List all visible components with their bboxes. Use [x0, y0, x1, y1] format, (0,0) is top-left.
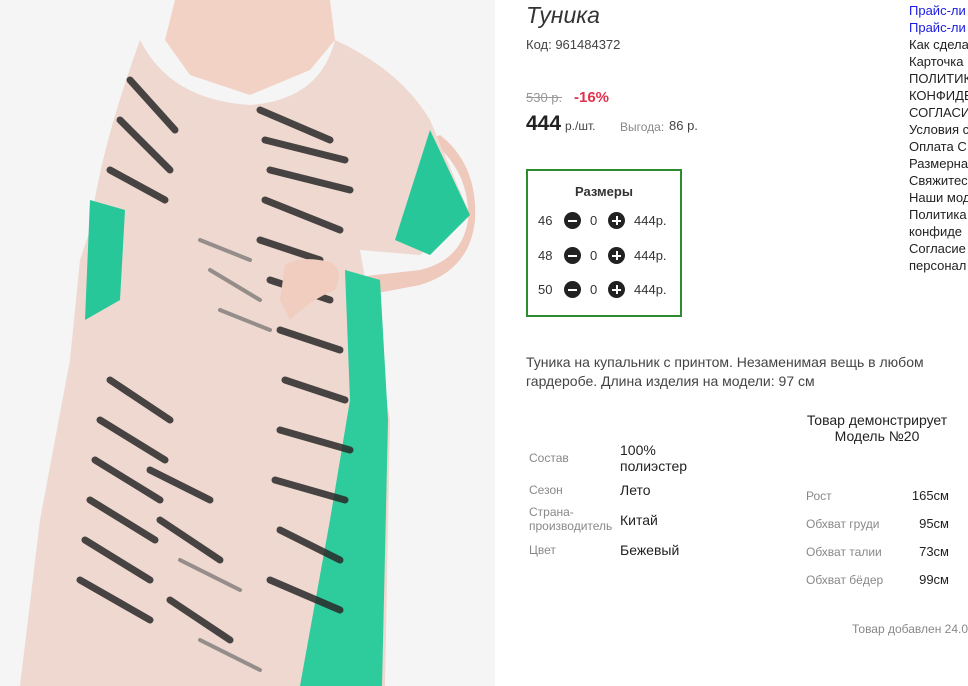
size-row: 50 0 444р.: [528, 280, 680, 300]
size-quantity: 0: [590, 248, 598, 263]
price-unit: р./шт.: [565, 119, 596, 133]
measurement-label-hips: Обхват бёдер: [806, 573, 884, 587]
size-number: 50: [538, 282, 553, 297]
product-title: Туника: [526, 2, 600, 28]
minus-circle-icon[interactable]: [564, 247, 581, 264]
plus-circle-icon[interactable]: [608, 212, 625, 229]
attr-value-season: Лето: [620, 482, 651, 498]
side-link-how-to-order[interactable]: Как сдела: [909, 36, 968, 53]
side-link-privacy[interactable]: Политика: [909, 206, 968, 223]
savings-value: 86 р.: [669, 118, 698, 133]
size-quantity: 0: [590, 282, 598, 297]
measurement-label-waist: Обхват талии: [806, 545, 882, 559]
product-code: Код: 961484372: [526, 37, 621, 52]
added-date: Товар добавлен 24.0: [852, 622, 968, 636]
product-photo[interactable]: [0, 0, 495, 686]
side-link-payment[interactable]: Оплата С: [909, 138, 968, 155]
side-link-policy-cont[interactable]: КОНФИДЕ: [909, 87, 968, 104]
old-price: 530 р.: [526, 90, 563, 105]
size-price: 444р.: [634, 282, 667, 297]
size-price: 444р.: [634, 248, 667, 263]
side-link-price-list[interactable]: Прайс-ли: [909, 2, 968, 19]
side-link-policy[interactable]: ПОЛИТИК: [909, 70, 968, 87]
side-link-consent-2[interactable]: Согласие: [909, 240, 968, 257]
side-link-size-chart[interactable]: Размерна: [909, 155, 968, 172]
measurement-label-height: Рост: [806, 489, 832, 503]
side-link-price-list-2[interactable]: Прайс-ли: [909, 19, 968, 36]
size-number: 48: [538, 248, 553, 263]
size-price: 444р.: [634, 213, 667, 228]
attr-label-color: Цвет: [529, 543, 556, 557]
side-link-contact[interactable]: Свяжитес: [909, 172, 968, 189]
measurement-value-waist: 73см: [919, 544, 949, 559]
size-number: 46: [538, 213, 553, 228]
side-link-models[interactable]: Наши мод: [909, 189, 968, 206]
discount-badge: -16%: [574, 89, 610, 106]
side-link-card[interactable]: Карточка: [909, 53, 968, 70]
attr-value-country: Китай: [620, 512, 658, 528]
attr-value-color: Бежевый: [620, 542, 680, 558]
product-description: Туника на купальник с принтом. Незаменим…: [526, 354, 924, 389]
size-row: 46 0 444р.: [528, 211, 680, 231]
plus-circle-icon[interactable]: [608, 247, 625, 264]
minus-circle-icon[interactable]: [564, 212, 581, 229]
measurement-value-hips: 99см: [919, 572, 949, 587]
attr-label-composition: Состав: [529, 451, 569, 465]
side-link-consent-2-cont[interactable]: персонал: [909, 257, 968, 274]
size-quantity: 0: [590, 213, 598, 228]
attr-label-country: Страна-производитель: [529, 505, 613, 533]
sizes-selector: Размеры 46 0 444р. 48 0 444р. 50 0 444р.: [526, 169, 682, 317]
measurement-value-height: 165см: [911, 488, 949, 503]
side-links-menu: Прайс-ли Прайс-ли Как сдела Карточка ПОЛ…: [909, 2, 968, 274]
measurement-label-chest: Обхват груди: [806, 517, 880, 531]
size-row: 48 0 444р.: [528, 246, 680, 266]
plus-circle-icon[interactable]: [608, 281, 625, 298]
attr-value-composition: 100% полиэстер: [620, 442, 688, 474]
savings-label: Выгода:: [620, 120, 665, 134]
side-link-terms[interactable]: Условия с: [909, 121, 968, 138]
model-title: Товар демонстрирует Модель №20: [806, 412, 948, 444]
measurement-value-chest: 95см: [919, 516, 949, 531]
minus-circle-icon[interactable]: [564, 281, 581, 298]
sizes-title: Размеры: [575, 184, 633, 199]
attr-label-season: Сезон: [529, 483, 563, 497]
current-price: 444: [526, 112, 562, 135]
side-link-privacy-cont[interactable]: конфиде: [909, 223, 968, 240]
side-link-consent[interactable]: СОГЛАСИ: [909, 104, 968, 121]
